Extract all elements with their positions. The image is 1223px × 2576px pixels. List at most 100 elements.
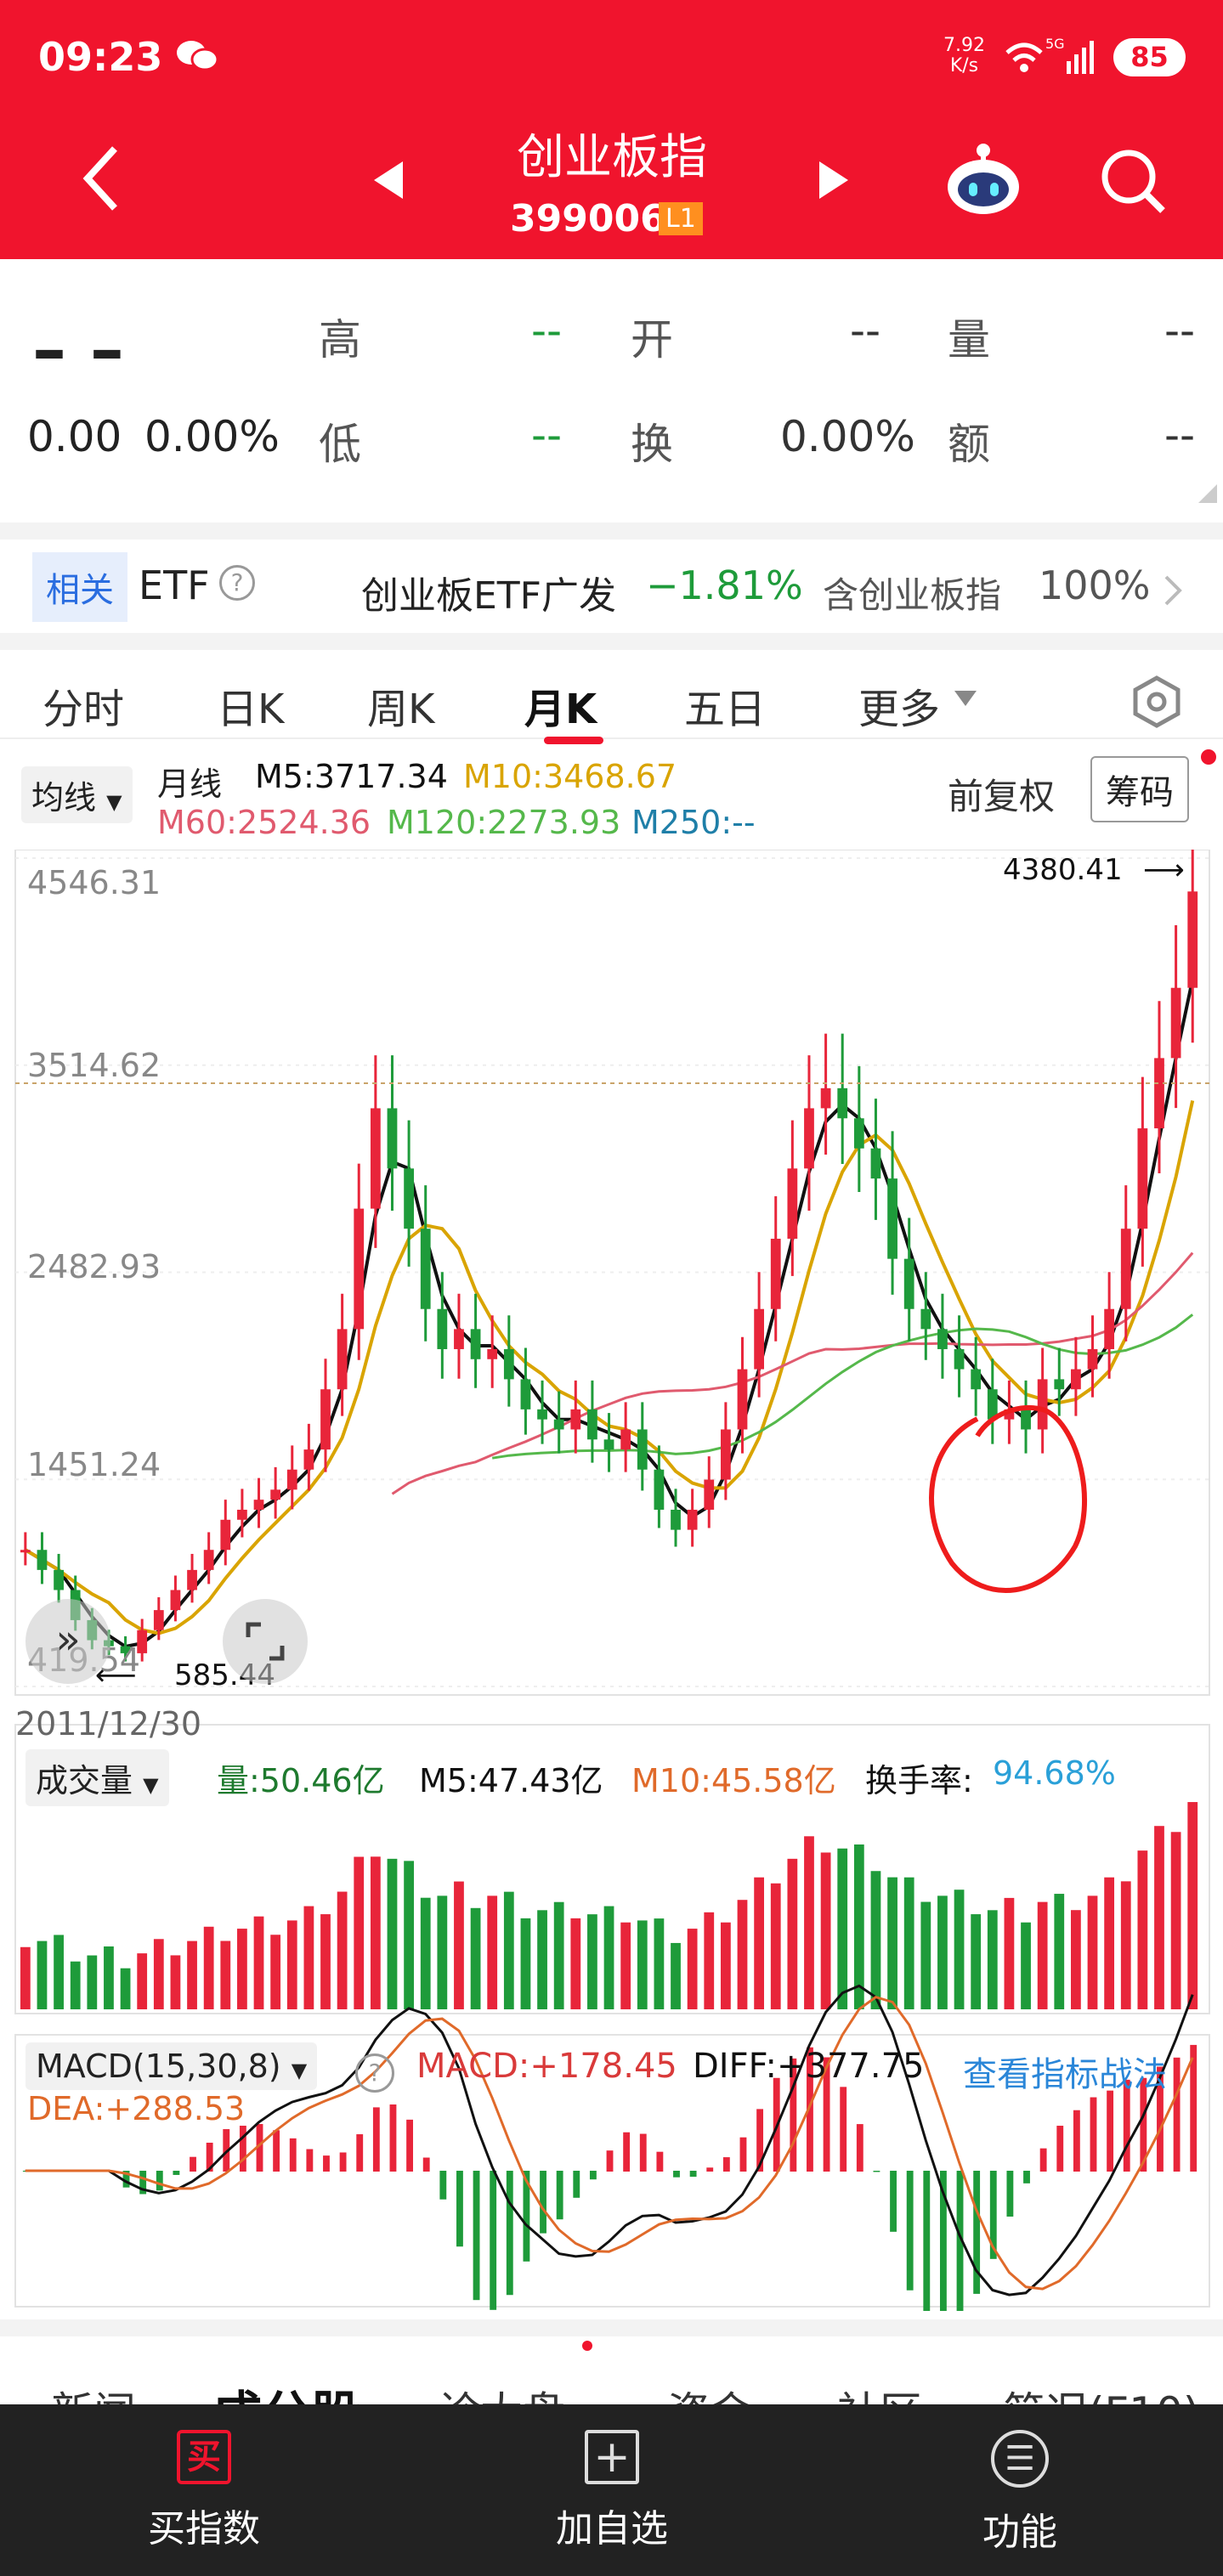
nav-add-watchlist[interactable]: + 加自选 (484, 2430, 739, 2552)
volume-bar (971, 1914, 982, 2009)
amount-value: -- (1164, 410, 1196, 460)
volume-bar (587, 1914, 597, 2009)
volume-bar (253, 1916, 264, 2009)
chips-button[interactable]: 筹码 (1090, 756, 1189, 822)
volume-bar (487, 1895, 498, 2009)
ma-selector[interactable]: 均线 ▼ (21, 766, 133, 823)
tab-dot (582, 2341, 592, 2351)
tab-month-k[interactable]: 月K (524, 675, 597, 735)
candle-body (820, 1087, 831, 1109)
robot-assistant-icon[interactable] (943, 140, 1024, 221)
y-tick-4: 1451.24 (27, 1446, 161, 1483)
volume-bar (987, 1910, 998, 2009)
turnover-rate-value: 94.68% (993, 1754, 1116, 1792)
tab-week-k[interactable]: 周K (367, 675, 434, 735)
back-icon[interactable] (81, 144, 123, 212)
volume-label: 量 (948, 315, 990, 364)
volume-bar (237, 1929, 247, 2009)
search-icon[interactable] (1096, 144, 1169, 217)
macd-bar (1173, 2057, 1181, 2172)
macd-bar (623, 2132, 631, 2172)
ma5-value: M5:3717.34 (255, 758, 448, 795)
macd-bar (573, 2171, 580, 2198)
candle-body (754, 1308, 765, 1370)
tab-f10[interactable]: 简况(F10) (1003, 2379, 1199, 2404)
menu-icon: ☰ (991, 2430, 1049, 2488)
nav-label: 加自选 (556, 2507, 668, 2551)
prev-index-icon[interactable] (374, 161, 405, 199)
macd-bar (339, 2152, 347, 2172)
volume-bar (1004, 1897, 1015, 2009)
volume-selector[interactable]: 成交量 ▼ (25, 1749, 169, 1806)
tab-more[interactable]: 更多 (858, 675, 940, 735)
tab-news[interactable]: 新闻 (51, 2379, 136, 2404)
macd-bar (273, 2130, 280, 2172)
tab-community[interactable]: 社区 (837, 2379, 922, 2404)
candle-body (837, 1087, 848, 1119)
macd-bar (923, 2171, 931, 2311)
add-icon: + (585, 2430, 639, 2484)
candle-body (503, 1348, 514, 1380)
bottom-navigation: 买 买指数 + 加自选 ☰ 功能 (0, 2404, 1223, 2576)
candle-body (570, 1409, 581, 1430)
macd-selector[interactable]: MACD(15,30,8) ▼ (25, 2042, 318, 2090)
macd-bar (389, 2104, 397, 2172)
adjust-mode[interactable]: 前复权 (948, 768, 1055, 820)
candle-body (220, 1519, 231, 1551)
turnover-value: 0.00% (780, 412, 915, 461)
candle-body (887, 1178, 897, 1259)
macd-bar (306, 2149, 314, 2172)
volume-bar (804, 1836, 814, 2009)
volume-bar (387, 1858, 398, 2009)
settings-hexagon-icon[interactable] (1130, 675, 1183, 728)
strategy-link[interactable]: 查看指标战法 (963, 2047, 1167, 2096)
quote-panel: – – 0.00 0.00% 高 -- 开 -- 量 -- 低 -- 换 0.0… (0, 259, 1223, 523)
volume-bar (286, 1920, 297, 2009)
tab-five-day[interactable]: 五日 (684, 675, 766, 735)
macd-bar (589, 2171, 597, 2180)
fullscreen-icon[interactable] (223, 1599, 308, 1684)
related-etf-row[interactable]: 相关 ETF ? 创业板ETF广发 −1.81% 含创业板指 100% (0, 523, 1223, 633)
fast-forward-icon[interactable]: » (25, 1599, 110, 1684)
tab-minute[interactable]: 分时 (42, 675, 124, 735)
volume-bar (37, 1940, 48, 2009)
macd-bar (190, 2156, 196, 2172)
volume-bar (1021, 1922, 1031, 2009)
candle-body (320, 1389, 331, 1450)
tab-day-k[interactable]: 日K (217, 675, 284, 735)
help-icon[interactable]: ? (219, 565, 255, 601)
candle-body (170, 1590, 181, 1611)
nav-functions[interactable]: ☰ 功能 (892, 2430, 1147, 2556)
macd-bar (873, 2171, 880, 2172)
macd-bar (456, 2171, 463, 2247)
candle-body (237, 1509, 247, 1520)
volume-bar (754, 1877, 765, 2009)
candle-body (520, 1379, 531, 1409)
candle-body (870, 1148, 881, 1179)
macd-bar (1023, 2171, 1030, 2183)
candle-body (787, 1168, 798, 1240)
candle-body (387, 1108, 398, 1169)
tab-funds[interactable]: 资金 (667, 2379, 752, 2404)
low-value: -- (531, 410, 563, 460)
candle-body (1087, 1348, 1098, 1370)
nav-buy-index[interactable]: 买 买指数 (76, 2430, 331, 2552)
tab-market-diagnosis[interactable]: 诊大盘 (438, 2379, 565, 2404)
volume-bar (671, 1942, 681, 2009)
volume-bar (1137, 1850, 1148, 2009)
caret-down-icon: ▼ (106, 790, 122, 814)
macd-bar (890, 2171, 897, 2232)
next-index-icon[interactable] (818, 161, 848, 199)
tab-constituents[interactable]: 成分股 (212, 2375, 360, 2404)
volume-bar (354, 1856, 365, 2009)
net-speed: 7.92 K/s (943, 35, 985, 76)
turnover-label: 换 (631, 420, 673, 469)
macd-bar (1073, 2110, 1080, 2172)
caret-down-icon: ▼ (143, 1773, 159, 1797)
macd-help-icon[interactable]: ? (355, 2053, 394, 2093)
candle-body (687, 1509, 698, 1530)
candle-body (920, 1308, 931, 1330)
volume-m10: M10:45.58亿 (631, 1762, 836, 1799)
volume-bar (1154, 1826, 1164, 2009)
candle-body (337, 1329, 348, 1390)
